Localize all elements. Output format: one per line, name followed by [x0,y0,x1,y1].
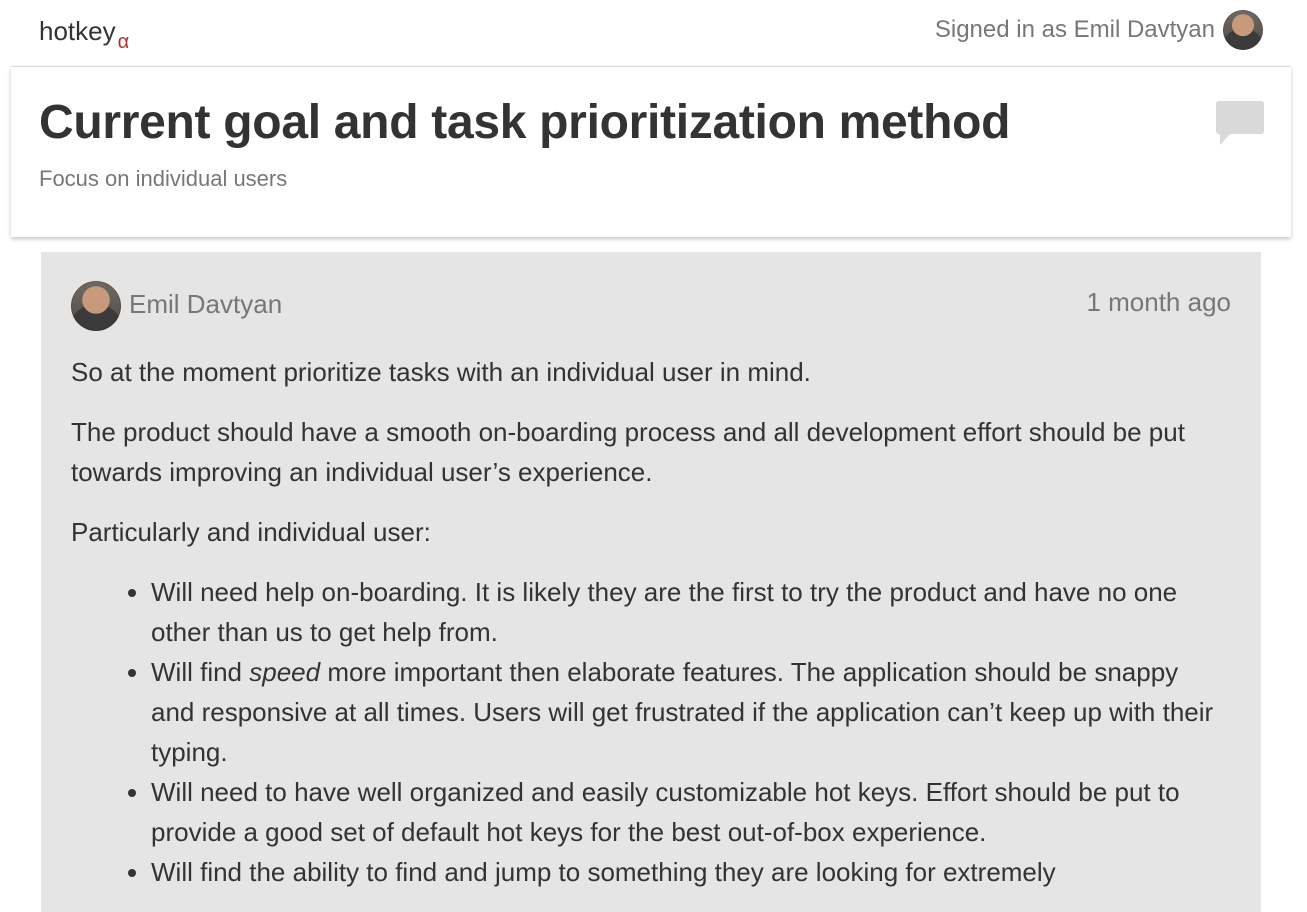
comment-icon[interactable] [1216,101,1264,147]
page-subtitle: Focus on individual users [39,166,288,191]
emphasis-text: speed [249,657,321,687]
user-avatar[interactable] [1223,10,1263,50]
post-author[interactable]: Emil Davtyan [129,289,282,320]
post-body: So at the moment prioritize tasks with a… [71,352,1221,892]
list-item: Will find speed more important then elab… [151,652,1221,772]
post-paragraph: So at the moment prioritize tasks with a… [71,357,811,387]
top-bar: hotkey α Signed in as Emil Davtyan [0,0,1307,66]
list-item: Will need help on-boarding. It is likely… [151,572,1221,652]
logo-text: hotkey [39,16,116,46]
list-item: Will need to have well organized and eas… [151,772,1221,852]
list-item: Will find the ability to find and jump t… [151,852,1221,892]
list-item-text: Will find [151,657,250,687]
post-paragraph: The product should have a smooth on-boar… [71,417,1185,487]
author-avatar[interactable] [71,281,121,331]
page-title: Current goal and task prioritization met… [39,96,1011,149]
post-paragraph: Particularly and individual user: [71,517,431,547]
app-logo[interactable]: hotkey α [39,15,130,53]
logo-alpha: α [117,31,130,53]
signed-in-indicator[interactable]: Signed in as Emil Davtyan [935,10,1263,50]
page-header-card: Current goal and task prioritization met… [11,66,1291,237]
signed-in-text: Signed in as Emil Davtyan [934,16,1215,43]
post-card: Emil Davtyan 1 month ago So at the momen… [41,252,1261,912]
speech-bubble-icon [1216,101,1264,145]
post-timestamp: 1 month ago [1086,287,1231,317]
bullet-list: Will need help on-boarding. It is likely… [71,572,1221,892]
post-header: Emil Davtyan 1 month ago [71,280,1231,332]
